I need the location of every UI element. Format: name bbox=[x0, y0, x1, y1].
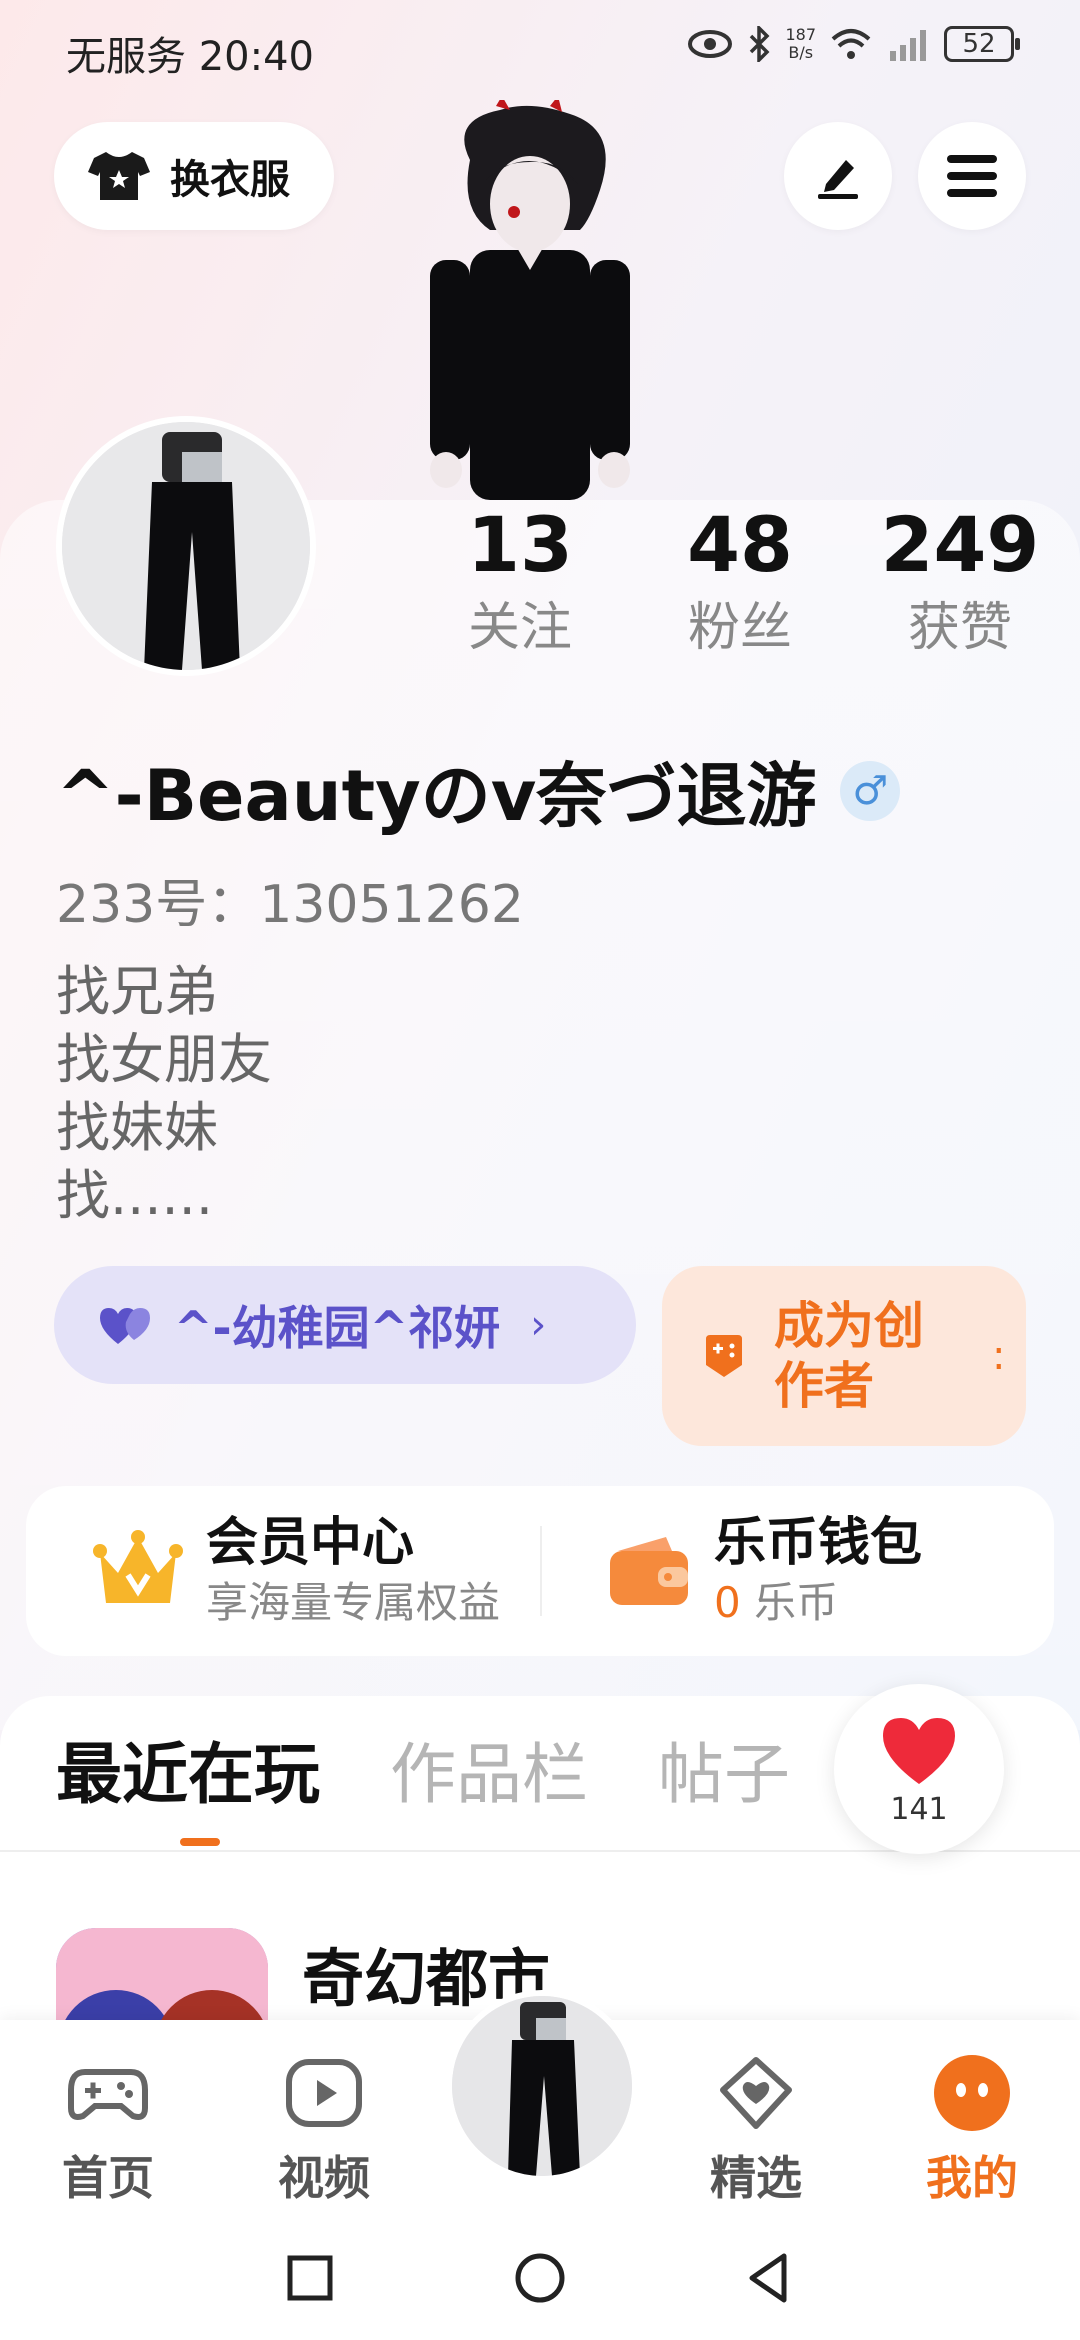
wardrobe-button[interactable]: 换衣服 bbox=[54, 122, 334, 230]
wallet-icon bbox=[610, 1537, 688, 1605]
avatar-character-figure[interactable] bbox=[410, 100, 650, 500]
tshirt-icon bbox=[88, 152, 150, 200]
menu-icon bbox=[947, 155, 997, 197]
chevron-right-icon: › bbox=[530, 1302, 547, 1348]
wallet-unit: 乐币 bbox=[754, 1578, 839, 1627]
eye-icon bbox=[688, 30, 733, 58]
clock-text: 20:40 bbox=[198, 34, 314, 80]
member-center-entry[interactable]: 会员中心 享海量专属权益 bbox=[26, 1486, 540, 1656]
stat-fans[interactable]: 48 粉丝 bbox=[640, 500, 840, 666]
bio-line: 找女朋友 bbox=[56, 1028, 272, 1091]
group-label: ^-幼稚园^祁妍 bbox=[174, 1301, 501, 1355]
bluetooth-icon bbox=[750, 26, 770, 62]
play-icon bbox=[286, 2059, 362, 2127]
relationship-group-button[interactable]: ^-幼稚园^祁妍 › bbox=[54, 1266, 636, 1384]
tab-works[interactable]: 作品栏 bbox=[390, 1720, 588, 1830]
nav-avatar-image bbox=[452, 1996, 632, 2176]
heart-icon bbox=[883, 1718, 955, 1784]
tab-recently-played[interactable]: 最近在玩 bbox=[56, 1720, 320, 1830]
like-floating-button[interactable]: 141 bbox=[834, 1684, 1004, 1854]
battery-indicator: 52 bbox=[944, 26, 1020, 62]
nickname: ^-Beautyのv奈づ退游 bbox=[56, 755, 817, 837]
bio-line: 找...... bbox=[56, 1164, 213, 1227]
status-icons: 187 B/s 52 bbox=[687, 26, 1020, 62]
gamepad-badge-icon bbox=[706, 1335, 742, 1377]
bio-line: 找兄弟 bbox=[56, 960, 218, 1023]
carrier-text: 无服务 bbox=[66, 34, 186, 80]
member-center-subtitle: 享海量专属权益 bbox=[206, 1578, 501, 1627]
net-speed-unit: B/s bbox=[788, 43, 814, 62]
become-creator-button[interactable]: 成为创作者 : bbox=[662, 1266, 1026, 1446]
more-icon: : bbox=[992, 1333, 1006, 1379]
profile-stats: 13 关注 48 粉丝 249 获赞 bbox=[420, 500, 1060, 666]
net-speed: 187 B/s bbox=[785, 26, 816, 62]
following-count: 13 bbox=[467, 500, 573, 589]
status-bar: 无服务 20:40 187 B/s 52 bbox=[0, 0, 1080, 100]
user-id[interactable]: 233号：13051262 bbox=[56, 862, 524, 937]
net-speed-value: 187 bbox=[785, 25, 816, 44]
fans-label: 粉丝 bbox=[687, 598, 792, 658]
menu-button[interactable] bbox=[918, 122, 1026, 230]
heart-badge-icon bbox=[720, 2057, 792, 2129]
likes-count: 249 bbox=[880, 500, 1040, 589]
wallet-balance: 0 乐币 bbox=[714, 1575, 922, 1631]
tab-posts[interactable]: 帖子 bbox=[658, 1720, 790, 1830]
back-icon[interactable] bbox=[740, 2248, 800, 2308]
profile-avatar[interactable] bbox=[56, 416, 316, 676]
member-center-title: 会员中心 bbox=[206, 1513, 415, 1573]
avatar-image bbox=[62, 422, 310, 670]
wallet-amount: 0 bbox=[714, 1578, 741, 1627]
following-label: 关注 bbox=[467, 598, 572, 658]
like-count: 141 bbox=[890, 1792, 948, 1827]
gamepad-icon bbox=[68, 2069, 148, 2120]
edit-icon bbox=[818, 160, 858, 199]
status-left: 无服务 20:40 bbox=[66, 24, 314, 82]
stat-following[interactable]: 13 关注 bbox=[420, 500, 620, 666]
male-gender-icon: ♂ bbox=[840, 760, 901, 821]
likes-label: 获赞 bbox=[907, 598, 1012, 658]
active-tab-indicator bbox=[180, 1838, 220, 1846]
edit-profile-button[interactable] bbox=[784, 122, 892, 230]
home-icon[interactable] bbox=[510, 2248, 570, 2308]
double-heart-icon bbox=[100, 1308, 150, 1344]
creator-label: 成为创作者 bbox=[774, 1297, 924, 1415]
nav-featured-label: 精选 bbox=[710, 2151, 802, 2205]
nav-mine-label: 我的 bbox=[926, 2151, 1018, 2205]
wardrobe-label: 换衣服 bbox=[170, 157, 290, 203]
signal-icon bbox=[890, 30, 926, 61]
stat-likes[interactable]: 249 获赞 bbox=[860, 500, 1060, 666]
wallet-entry[interactable]: 乐币钱包 0 乐币 bbox=[540, 1486, 1054, 1656]
face-icon bbox=[934, 2055, 1010, 2131]
member-wallet-card: 会员中心 享海量专属权益 乐币钱包 0 乐币 bbox=[26, 1486, 1054, 1656]
system-navigation-bar bbox=[0, 2220, 1080, 2340]
wallet-title: 乐币钱包 bbox=[714, 1513, 923, 1573]
nav-mine[interactable]: 我的 bbox=[892, 2050, 1052, 2208]
nav-video-label: 视频 bbox=[278, 2151, 370, 2205]
recents-icon[interactable] bbox=[280, 2248, 340, 2308]
bio-line: 找妹妹 bbox=[56, 1096, 218, 1159]
bio: 找兄弟 找女朋友 找妹妹 找...... bbox=[56, 958, 272, 1230]
nav-home-label: 首页 bbox=[62, 2151, 154, 2205]
nav-center-avatar[interactable] bbox=[446, 1990, 638, 2182]
nickname-row: ^-Beautyのv奈づ退游 ♂ bbox=[56, 740, 901, 841]
nav-home[interactable]: 首页 bbox=[28, 2050, 188, 2208]
nav-featured[interactable]: 精选 bbox=[676, 2050, 836, 2208]
nav-video[interactable]: 视频 bbox=[244, 2050, 404, 2208]
wifi-icon bbox=[831, 29, 871, 59]
crown-icon bbox=[93, 1530, 183, 1603]
fans-count: 48 bbox=[687, 500, 793, 589]
